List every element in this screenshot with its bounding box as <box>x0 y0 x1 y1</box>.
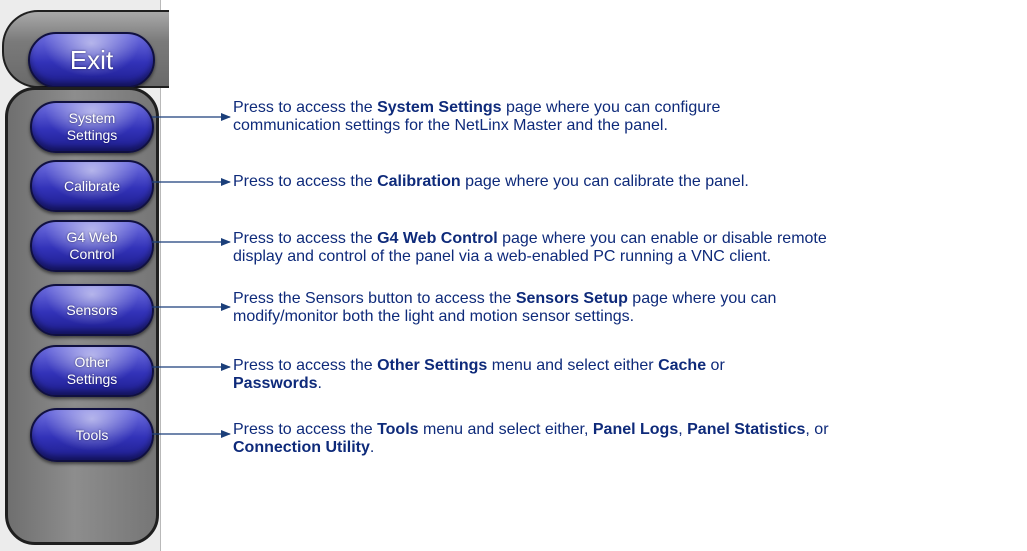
callout-text: . <box>317 375 322 392</box>
callout-text: modify/monitor both the light and motion… <box>233 308 635 325</box>
callout-system-settings: Press to access the System Settings page… <box>233 99 1027 135</box>
g4-web-control-label-line2: Control <box>69 246 115 262</box>
callout-text: Press to access the <box>233 230 378 247</box>
callout-calibrate: Press to access the Calibration page whe… <box>233 173 1027 191</box>
callout-sensors: Press the Sensors button to access the S… <box>233 290 1027 326</box>
callout-text: menu and select either <box>487 357 659 374</box>
callout-text: or <box>706 357 725 374</box>
callout-text: Press to access the <box>233 99 378 116</box>
callout-bold-text: Cache <box>658 357 707 374</box>
system-settings-label-line1: System <box>68 110 116 126</box>
callout-line: Connection Utility. <box>233 439 1027 457</box>
callout-text: Press the Sensors button to access the <box>233 290 516 307</box>
callout-line: modify/monitor both the light and motion… <box>233 308 1027 326</box>
callout-bold-text: G4 Web Control <box>377 230 498 247</box>
sensors-label: Sensors <box>66 301 118 318</box>
callout-text: display and control of the panel via a w… <box>233 248 772 265</box>
callout-bold-text: Panel Statistics <box>687 421 806 438</box>
callout-bold-text: Tools <box>377 421 419 438</box>
exit-bar: Exit <box>2 10 169 88</box>
callout-text: menu and select either, <box>418 421 593 438</box>
callout-bold-text: Other Settings <box>377 357 488 374</box>
sensors-button[interactable]: Sensors <box>30 284 154 336</box>
callout-line: Press the Sensors button to access the S… <box>233 290 1027 308</box>
callout-bold-text: Connection Utility <box>233 439 370 456</box>
callout-text: page where you can configure <box>501 99 721 116</box>
callout-bold-text: Calibration <box>377 173 461 190</box>
callout-text: page where you can calibrate the panel. <box>460 173 749 190</box>
callout-bold-text: Passwords <box>233 375 318 392</box>
callout-tools: Press to access the Tools menu and selec… <box>233 421 1027 457</box>
tools-button[interactable]: Tools <box>30 408 154 462</box>
callout-text: Press to access the <box>233 357 378 374</box>
callout-line: Press to access the Calibration page whe… <box>233 173 1027 191</box>
callout-g4-web-control: Press to access the G4 Web Control page … <box>233 230 1027 266</box>
callout-line: Passwords. <box>233 375 1027 393</box>
other-settings-button[interactable]: Other Settings <box>30 345 154 397</box>
callout-text: page where you can enable or disable rem… <box>497 230 827 247</box>
g4-web-control-button[interactable]: G4 Web Control <box>30 220 154 272</box>
callout-text: Press to access the <box>233 421 378 438</box>
callout-line: Press to access the Other Settings menu … <box>233 357 1027 375</box>
tools-label: Tools <box>75 426 109 443</box>
exit-button[interactable]: Exit <box>28 32 155 88</box>
callout-bold-text: Sensors Setup <box>515 290 628 307</box>
calibrate-label: Calibrate <box>63 177 121 194</box>
other-settings-label-line1: Other <box>74 354 110 370</box>
callout-other-settings: Press to access the Other Settings menu … <box>233 357 1027 393</box>
other-settings-label-line2: Settings <box>66 371 118 387</box>
callout-text: , or <box>805 421 829 438</box>
side-menu-panel: System Settings Calibrate G4 Web Control… <box>5 87 159 545</box>
callout-text: Press to access the <box>233 173 378 190</box>
callout-line: Press to access the Tools menu and selec… <box>233 421 1027 439</box>
g4-web-control-label-line1: G4 Web <box>66 229 118 245</box>
callout-line: communication settings for the NetLinx M… <box>233 117 1027 135</box>
callout-text: communication settings for the NetLinx M… <box>233 117 668 134</box>
callout-text: . <box>369 439 375 456</box>
system-settings-button[interactable]: System Settings <box>30 101 154 153</box>
system-settings-label-line2: Settings <box>66 127 118 143</box>
callout-bold-text: System Settings <box>377 99 502 116</box>
callout-text: , <box>678 421 688 438</box>
callout-line: display and control of the panel via a w… <box>233 248 1027 266</box>
exit-button-label: Exit <box>69 44 114 75</box>
callout-line: Press to access the G4 Web Control page … <box>233 230 1027 248</box>
calibrate-button[interactable]: Calibrate <box>30 160 154 212</box>
callout-bold-text: Panel Logs <box>592 421 679 438</box>
callout-text: page where you can <box>627 290 777 307</box>
callout-line: Press to access the System Settings page… <box>233 99 1027 117</box>
